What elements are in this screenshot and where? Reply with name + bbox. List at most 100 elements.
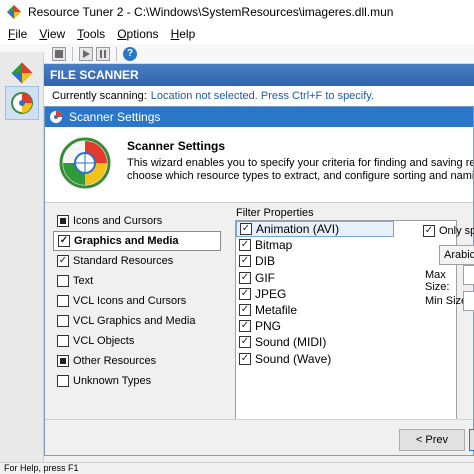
menu-item[interactable]: File — [2, 27, 33, 41]
filter-checkbox[interactable] — [239, 352, 251, 365]
only-specified-option[interactable]: Only spe — [423, 225, 474, 237]
dialog-title-bar: Scanner Settings — [45, 107, 473, 127]
resource-type-checkbox[interactable] — [57, 215, 69, 227]
filter-checkbox[interactable] — [239, 320, 251, 333]
filter-label: Metafile — [255, 303, 298, 318]
dialog-heading: Scanner Settings — [127, 139, 226, 153]
file-scanner-header: FILE SCANNER — [44, 64, 474, 86]
next-button[interactable] — [469, 429, 474, 451]
filter-item[interactable]: JPEG — [236, 286, 456, 302]
resource-type-label: Text — [73, 275, 94, 287]
left-sidebar — [0, 52, 44, 474]
only-specified-checkbox[interactable] — [423, 225, 435, 237]
resource-type-label: Graphics and Media — [74, 235, 179, 247]
filter-checkbox[interactable] — [239, 304, 251, 317]
menu-item[interactable]: Options — [111, 27, 164, 41]
resource-type-checkbox[interactable] — [57, 255, 69, 267]
filter-label: JPEG — [255, 286, 287, 301]
filter-item[interactable]: Bitmap — [236, 237, 456, 253]
scanner-settings-dialog: Scanner Settings Scanner Settings This w… — [44, 106, 474, 456]
app-icon — [7, 5, 21, 19]
filter-checkbox[interactable] — [239, 271, 251, 284]
resource-type-checkbox[interactable] — [57, 315, 69, 327]
resource-type-checkbox[interactable] — [57, 335, 69, 347]
resource-type-item[interactable]: Other Resources — [53, 351, 221, 371]
resource-type-item[interactable]: Text — [53, 271, 221, 291]
resource-type-checkbox[interactable] — [57, 355, 69, 367]
resource-type-label: VCL Icons and Cursors — [73, 295, 187, 307]
filter-checkbox[interactable] — [239, 287, 251, 300]
min-size-field[interactable] — [463, 291, 474, 311]
filter-item[interactable]: Animation (AVI) — [236, 221, 394, 238]
resource-type-checkbox[interactable] — [57, 375, 69, 387]
resource-type-item[interactable]: VCL Objects — [53, 331, 221, 351]
prev-button[interactable]: < Prev — [399, 429, 465, 451]
scanning-location-link[interactable]: Location not selected. Press Ctrl+F to s… — [151, 90, 374, 102]
toolbar-separator — [116, 46, 117, 61]
filter-label: Sound (MIDI) — [255, 335, 327, 350]
dialog-description: This wizard enables you to specify your … — [127, 157, 473, 183]
resource-type-list: Icons and Cursors Graphics and Media Stand… — [53, 211, 221, 391]
scanning-status-bar: Currently scanning: Location not selecte… — [44, 86, 474, 106]
toolbar-separator — [72, 46, 73, 61]
dialog-title: Scanner Settings — [69, 110, 161, 124]
resource-type-item[interactable]: Standard Resources — [53, 251, 221, 271]
resource-type-item[interactable]: VCL Icons and Cursors — [53, 291, 221, 311]
filter-label: DIB — [255, 254, 276, 269]
menu-item[interactable]: View — [33, 27, 71, 41]
description-line: choose which resource types to extract, … — [127, 170, 473, 182]
pause-icon[interactable] — [96, 46, 110, 61]
filter-item[interactable]: Metafile — [236, 302, 456, 318]
max-size-field[interactable] — [463, 265, 474, 285]
resource-type-item[interactable]: Icons and Cursors — [53, 211, 221, 231]
scanner-wizard-icon — [59, 137, 111, 189]
resource-type-label: Other Resources — [73, 355, 157, 367]
stop-icon[interactable] — [52, 46, 66, 61]
file-scanner-icon[interactable] — [5, 86, 39, 120]
resource-tuner-icon[interactable] — [5, 56, 39, 90]
filter-item[interactable]: DIB — [236, 253, 456, 269]
menu-item[interactable]: Help — [165, 27, 202, 41]
scanning-label: Currently scanning: — [52, 90, 147, 102]
menu-item[interactable]: Tools — [71, 27, 111, 41]
only-specified-label: Only spe — [439, 225, 474, 237]
dialog-header-panel: Scanner Settings This wizard enables you… — [45, 127, 473, 203]
description-line: This wizard enables you to specify your … — [127, 157, 473, 169]
filter-label: Bitmap — [255, 238, 293, 253]
filter-item[interactable]: PNG — [236, 318, 456, 334]
title-bar: Resource Tuner 2 - C:\Windows\SystemReso… — [0, 0, 474, 24]
filter-item[interactable]: Sound (MIDI) — [236, 334, 456, 350]
filter-label: Sound (Wave) — [255, 351, 332, 366]
resource-type-label: VCL Objects — [73, 335, 135, 347]
scanner-icon — [50, 111, 62, 123]
menu-bar: File View Tools Options Help — [0, 24, 474, 44]
toolbar: ? — [0, 44, 474, 64]
filter-checkbox[interactable] — [239, 336, 251, 349]
filter-properties-list: Animation (AVI)BitmapDIBGIFJPEG MetafileP… — [235, 220, 457, 420]
help-icon[interactable]: ? — [123, 46, 137, 61]
resource-type-checkbox[interactable] — [57, 275, 69, 287]
resource-type-label: Standard Resources — [73, 255, 174, 267]
dialog-footer-divider — [45, 419, 473, 420]
filter-label: GIF — [255, 270, 275, 285]
language-select[interactable]: Arabic (S — [439, 245, 474, 265]
status-bar: For Help, press F1 — [0, 462, 474, 474]
window-title: Resource Tuner 2 - C:\Windows\SystemReso… — [28, 5, 394, 19]
filter-label: PNG — [255, 319, 282, 334]
resource-type-checkbox[interactable] — [57, 295, 69, 307]
resource-type-item[interactable]: Graphics and Media — [53, 231, 221, 251]
filter-checkbox[interactable] — [240, 223, 252, 236]
filter-properties-label: Filter Properties — [236, 207, 314, 219]
filter-item[interactable]: GIF — [236, 270, 456, 286]
resource-type-checkbox[interactable] — [58, 235, 70, 247]
filter-checkbox[interactable] — [239, 255, 251, 268]
play-icon[interactable] — [79, 46, 93, 61]
filter-label: Animation (AVI) — [256, 222, 340, 237]
filter-item[interactable]: Sound (Wave) — [236, 351, 456, 367]
filter-checkbox[interactable] — [239, 239, 251, 252]
resource-type-label: Unknown Types — [73, 375, 152, 387]
resource-type-label: VCL Graphics and Media — [73, 315, 196, 327]
resource-type-label: Icons and Cursors — [73, 215, 163, 227]
resource-type-item[interactable]: Unknown Types — [53, 371, 221, 391]
resource-type-item[interactable]: VCL Graphics and Media — [53, 311, 221, 331]
